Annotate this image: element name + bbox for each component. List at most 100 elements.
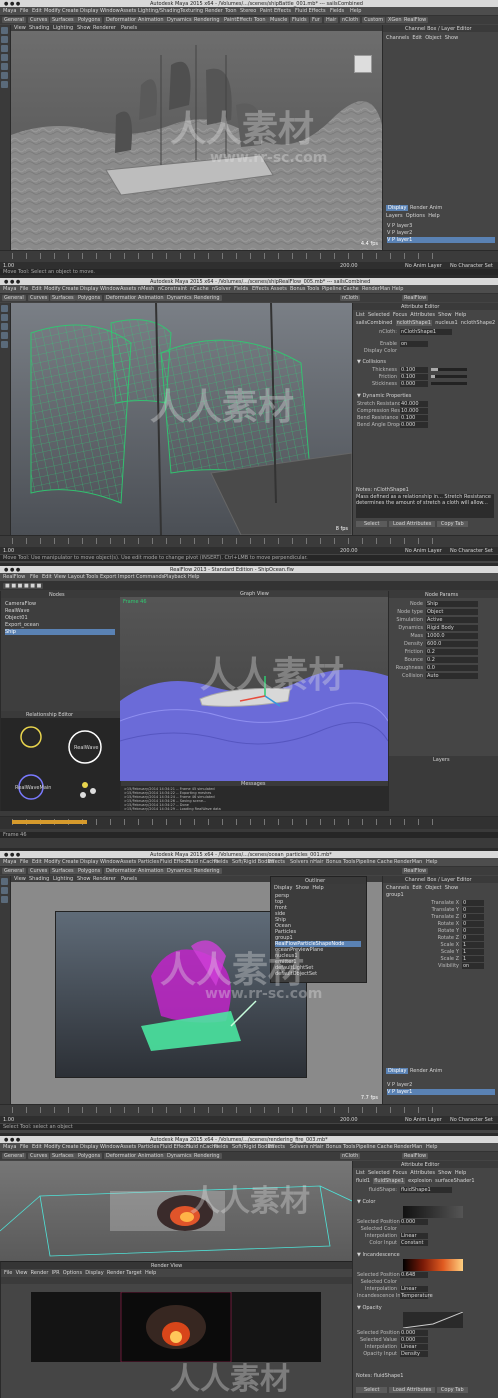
menu-item[interactable]: File bbox=[20, 8, 28, 14]
bend-dropoff-field[interactable]: 0.000 bbox=[400, 422, 428, 428]
section-header[interactable]: ▼ Color bbox=[357, 1199, 376, 1205]
opacity-curve[interactable] bbox=[403, 1312, 463, 1328]
menu-item[interactable]: Effects Assets bbox=[252, 286, 287, 292]
node-name-field[interactable]: nClothShape1 bbox=[400, 329, 452, 335]
menu-item[interactable]: File bbox=[4, 1270, 12, 1276]
tab-anim[interactable]: Anim bbox=[429, 1068, 442, 1074]
shelf-tab[interactable]: General bbox=[2, 868, 26, 874]
menu-item[interactable]: Display bbox=[274, 885, 292, 891]
node-item[interactable]: Ship bbox=[5, 629, 115, 635]
shelf-tab[interactable]: Animation bbox=[136, 295, 166, 301]
paint-select-icon[interactable] bbox=[1, 45, 8, 52]
menu-item[interactable]: Stereo bbox=[240, 8, 256, 14]
shelf-tab[interactable]: nCloth bbox=[340, 17, 361, 23]
menu-item[interactable]: Effects bbox=[268, 1144, 285, 1150]
layer-row[interactable]: V P layer2 bbox=[387, 230, 412, 236]
menu-item[interactable]: Edit bbox=[32, 8, 42, 14]
shelf-tab[interactable]: Curves bbox=[28, 868, 50, 874]
shelf-tab[interactable]: Rendering bbox=[192, 868, 222, 874]
menu-item[interactable]: Object bbox=[425, 35, 441, 41]
menu-item[interactable]: Modify bbox=[44, 859, 61, 865]
scale-tool-icon[interactable] bbox=[1, 341, 8, 348]
menu-item[interactable]: Fields bbox=[214, 1144, 228, 1150]
shelf-tab[interactable]: Polygons bbox=[76, 295, 103, 301]
menu-item[interactable]: Maya bbox=[3, 286, 16, 292]
menu-item[interactable]: Tools bbox=[86, 574, 98, 580]
shelf-tab[interactable]: Deformation bbox=[104, 295, 140, 301]
shelf-tab[interactable]: Deformation bbox=[104, 1153, 140, 1159]
menu-item[interactable]: Lighting/Shading bbox=[138, 8, 180, 14]
menu-item[interactable]: Effects bbox=[268, 859, 285, 865]
menu-item[interactable]: Assets bbox=[120, 1144, 136, 1150]
shelf-tab[interactable]: Animation bbox=[136, 17, 166, 23]
menu-item[interactable]: Show bbox=[296, 885, 310, 891]
shelf-tab[interactable]: RealFlow bbox=[402, 17, 429, 23]
menu-item[interactable]: Assets bbox=[120, 8, 136, 14]
menu-item[interactable]: File bbox=[20, 859, 28, 865]
layer-row[interactable]: V P layer1 bbox=[387, 237, 495, 243]
menu-item[interactable]: View bbox=[54, 574, 66, 580]
menu-item[interactable]: Layers bbox=[386, 213, 403, 219]
menu-item[interactable]: Selected bbox=[368, 312, 390, 318]
menu-item[interactable]: List bbox=[356, 1170, 365, 1176]
menu-item[interactable]: Display bbox=[80, 859, 98, 865]
menu-item[interactable]: Help bbox=[428, 213, 439, 219]
menu-item[interactable]: Focus bbox=[393, 312, 407, 318]
menu-item[interactable]: Render Target bbox=[107, 1270, 142, 1276]
menu-item[interactable]: Options bbox=[63, 1270, 82, 1276]
menu-item[interactable]: Fields bbox=[214, 859, 228, 865]
shelf-tab[interactable]: RealFlow bbox=[402, 295, 429, 301]
menu-item[interactable]: Commands bbox=[136, 574, 164, 580]
menu-item[interactable]: Maya bbox=[3, 1144, 16, 1150]
ae-tab[interactable]: nclothShape2 bbox=[461, 320, 495, 326]
character-set-select[interactable]: No Character Set bbox=[450, 1117, 493, 1123]
menu-item[interactable]: Show bbox=[438, 312, 452, 318]
thickness-field[interactable]: 0.100 bbox=[400, 367, 428, 373]
menu-item[interactable]: Help bbox=[426, 1144, 437, 1150]
stickiness-slider[interactable] bbox=[431, 382, 467, 385]
menu-item[interactable]: Particles bbox=[138, 1144, 159, 1150]
load-attributes-button[interactable]: Load Attributes bbox=[389, 1387, 436, 1393]
menu-item[interactable]: Window bbox=[100, 8, 120, 14]
node-item[interactable]: Object01 bbox=[5, 615, 28, 621]
shelf-tab[interactable]: PaintEffects bbox=[222, 17, 256, 23]
menu-item[interactable]: Maya bbox=[3, 859, 16, 865]
menu-item[interactable]: Edit bbox=[412, 35, 422, 41]
menu-item[interactable]: Assets bbox=[120, 286, 136, 292]
shelf-tab[interactable]: Dynamics bbox=[165, 295, 194, 301]
menu-item[interactable]: Edit bbox=[32, 859, 42, 865]
section-header[interactable]: ▼ Dynamic Properties bbox=[357, 393, 411, 399]
menu-item[interactable]: Solvers bbox=[290, 1144, 308, 1150]
menu-item[interactable]: nSolver bbox=[212, 286, 231, 292]
shelf-tab[interactable]: nCloth bbox=[340, 295, 361, 301]
menu-item[interactable]: RealFlow bbox=[3, 574, 25, 580]
copy-tab-button[interactable]: Copy Tab bbox=[436, 1387, 468, 1393]
menu-item[interactable]: Help bbox=[312, 885, 323, 891]
menu-item[interactable]: Render bbox=[31, 1270, 49, 1276]
layer-row[interactable]: V P layer3 bbox=[387, 223, 412, 229]
friction-field[interactable]: 0.100 bbox=[400, 374, 428, 380]
ae-tab[interactable]: nucleus1 bbox=[435, 320, 458, 326]
lasso-tool-icon[interactable] bbox=[1, 314, 8, 321]
menu-item[interactable]: Assets bbox=[120, 859, 136, 865]
incandescence-ramp[interactable] bbox=[403, 1259, 463, 1271]
menu-item[interactable]: Window bbox=[100, 859, 120, 865]
shelf-tab[interactable]: nCloth bbox=[340, 1153, 361, 1159]
node-item[interactable]: Export_ocean bbox=[5, 622, 39, 628]
scale-tool-icon[interactable] bbox=[1, 72, 8, 79]
select-button[interactable]: Select bbox=[356, 1387, 388, 1393]
section-header[interactable]: ▼ Opacity bbox=[357, 1305, 382, 1311]
enable-checkbox[interactable]: on bbox=[400, 341, 428, 347]
menu-item[interactable]: Particles bbox=[138, 859, 159, 865]
menu-item[interactable]: Focus bbox=[393, 1170, 407, 1176]
rotate-tool-icon[interactable] bbox=[1, 332, 8, 339]
menu-item[interactable]: Paint Effects bbox=[260, 8, 291, 14]
shelf-tab[interactable]: Fluids bbox=[290, 17, 309, 23]
menu-item[interactable]: Bonus Tools bbox=[326, 1144, 355, 1150]
menu-item[interactable]: Modify bbox=[44, 1144, 61, 1150]
menu-item[interactable]: Channels bbox=[386, 885, 409, 891]
menu-item[interactable]: Window bbox=[100, 1144, 120, 1150]
shelf-tab[interactable]: Dynamics bbox=[165, 868, 194, 874]
node-item[interactable]: CameraFlow bbox=[5, 601, 36, 607]
menu-item[interactable]: Create bbox=[62, 8, 79, 14]
